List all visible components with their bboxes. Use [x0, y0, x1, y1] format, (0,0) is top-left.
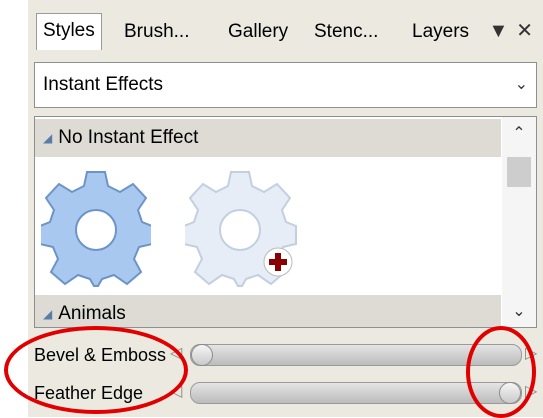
gear-add-style-icon[interactable] — [185, 161, 305, 287]
tab-styles[interactable]: Styles — [36, 13, 102, 50]
arrow-left-icon[interactable]: ◁ — [170, 340, 182, 368]
bevel-emboss-slider[interactable] — [190, 344, 522, 366]
collapse-triangle-icon: ◢ — [43, 131, 53, 145]
close-icon[interactable]: ✕ — [516, 17, 533, 45]
chevron-down-icon: ⌄ — [514, 76, 528, 93]
feather-edge-slider[interactable] — [190, 382, 522, 404]
slider-knob[interactable] — [499, 382, 521, 404]
effects-dropdown[interactable]: Instant Effects ⌄ — [34, 62, 537, 108]
arrow-right-icon[interactable]: ▷ — [525, 378, 537, 406]
slider-label: Bevel & Emboss — [34, 345, 167, 365]
tab-layers[interactable]: Layers — [406, 15, 475, 48]
tab-gallery[interactable]: Gallery — [222, 15, 294, 48]
triangle-down-icon[interactable]: ▼ — [488, 17, 508, 45]
scroll-down-icon[interactable]: ⌄ — [502, 301, 536, 321]
gallery-scrollbar[interactable]: ⌃ ⌄ — [502, 117, 536, 327]
gear-style-icon[interactable] — [41, 161, 151, 287]
scroll-thumb[interactable] — [507, 157, 531, 187]
slider-knob[interactable] — [191, 344, 213, 366]
group-label: Animals — [58, 303, 126, 324]
arrow-right-icon[interactable]: ▷ — [525, 340, 537, 368]
group-header-no-instant-effect[interactable]: ◢ No Instant Effect — [35, 119, 501, 157]
group-header-animals[interactable]: ◢ Animals — [35, 295, 501, 327]
collapse-triangle-icon: ◢ — [43, 307, 53, 321]
tab-bar: Styles Brush... Gallery Stenc... Layers … — [28, 11, 543, 50]
tab-stencils[interactable]: Stenc... — [308, 15, 384, 48]
effects-dropdown-value: Instant Effects — [43, 74, 164, 95]
scroll-up-icon[interactable]: ⌃ — [502, 123, 536, 143]
slider-label: Feather Edge — [34, 383, 144, 403]
tab-brush[interactable]: Brush... — [118, 15, 195, 48]
arrow-left-icon[interactable]: ◁ — [170, 378, 182, 406]
slider-row-bevel-emboss: Bevel & Emboss ◁ ▷ — [30, 338, 543, 372]
group-label: No Instant Effect — [58, 127, 199, 148]
style-gallery: ◢ No Instant Effect ◢ Animals ⌃ ⌄ — [34, 116, 537, 328]
slider-row-feather-edge: Feather Edge ◁ ▷ — [30, 376, 543, 410]
